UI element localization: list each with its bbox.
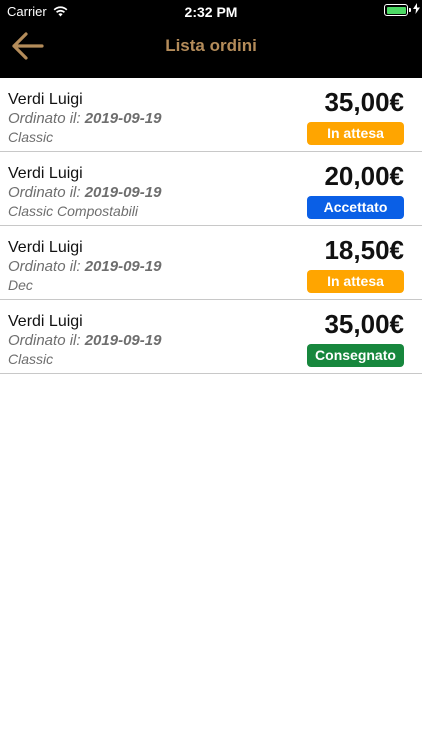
order-row[interactable]: Verdi Luigi Ordinato il: 2019-09-19 Clas… [0,78,422,152]
header: Carrier 2:32 PM Lista ordini [0,0,422,78]
battery-fill [386,6,406,14]
order-row[interactable]: Verdi Luigi Ordinato il: 2019-09-19 Dec … [0,226,422,300]
status-badge: In attesa [307,122,404,145]
order-date-label: Ordinato il: [8,184,81,201]
order-date-value: 2019-09-19 [84,332,162,349]
order-row[interactable]: Verdi Luigi Ordinato il: 2019-09-19 Clas… [0,300,422,374]
customer-name: Verdi Luigi [8,313,83,330]
status-time: 2:32 PM [184,4,238,20]
page-title: Lista ordini [165,36,257,55]
status-badge: Accettato [307,196,404,219]
charging-bolt-icon [413,3,420,14]
order-type: Classic Compostabili [8,203,138,219]
order-date-label: Ordinato il: [8,110,81,127]
order-date-value: 2019-09-19 [84,184,162,201]
order-price: 18,50€ [324,235,404,265]
customer-name: Verdi Luigi [8,91,83,108]
order-row[interactable]: Verdi Luigi Ordinato il: 2019-09-19 Clas… [0,152,422,226]
customer-name: Verdi Luigi [8,239,83,256]
battery-icon [384,4,411,16]
order-date-label: Ordinato il: [8,332,81,349]
order-type: Classic [8,129,54,145]
status-bar: Carrier 2:32 PM [0,0,422,22]
order-list: Verdi Luigi Ordinato il: 2019-09-19 Clas… [0,78,422,374]
battery-cap [409,8,411,12]
order-type: Dec [8,277,33,293]
order-date: Ordinato il: 2019-09-19 [8,184,161,201]
order-type: Classic [8,351,54,367]
order-date: Ordinato il: 2019-09-19 [8,258,161,275]
status-badge: In attesa [307,270,404,293]
customer-name: Verdi Luigi [8,165,83,182]
order-date: Ordinato il: 2019-09-19 [8,332,161,349]
order-date-value: 2019-09-19 [84,258,162,275]
order-price: 35,00€ [324,309,404,339]
order-date-value: 2019-09-19 [84,110,162,127]
navigation-bar: Lista ordini [0,22,422,78]
order-price: 20,00€ [324,161,404,191]
order-date-label: Ordinato il: [8,258,81,275]
status-badge: Consegnato [307,344,404,367]
order-price: 35,00€ [324,87,404,117]
order-date: Ordinato il: 2019-09-19 [8,110,161,127]
